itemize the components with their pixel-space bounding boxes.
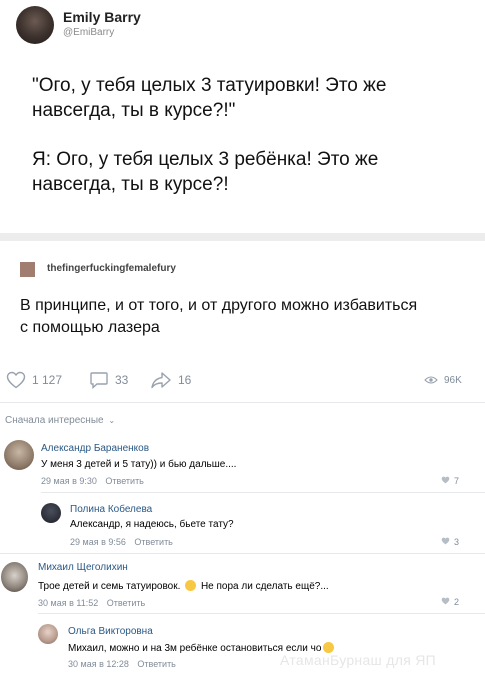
thinking-emoji-icon bbox=[185, 580, 197, 591]
comment-text: Трое детей и семь татуировок. Не пора ли… bbox=[38, 580, 329, 592]
tweet-author-name[interactable]: Emily Barry bbox=[63, 9, 141, 25]
heart-icon bbox=[6, 371, 26, 389]
comment-author-name[interactable]: Михаил Щеголихин bbox=[38, 562, 128, 573]
comment-meta: 29 мая в 9:56 Ответить bbox=[70, 537, 173, 547]
comment-text: Александр, я надеюсь, бьете тату? bbox=[70, 519, 234, 530]
comment-meta: 29 мая в 9:30 Ответить bbox=[41, 476, 144, 486]
comment-avatar[interactable] bbox=[38, 624, 58, 644]
comment-like-button[interactable]: 2 bbox=[441, 597, 459, 607]
eye-icon bbox=[424, 375, 438, 385]
separator-band bbox=[0, 233, 485, 241]
tweet-author-handle[interactable]: @EmiBarry bbox=[63, 27, 114, 38]
comment-like-count: 7 bbox=[454, 476, 460, 486]
comment-reply-button[interactable]: Ответить bbox=[134, 537, 172, 547]
heart-icon bbox=[441, 537, 450, 547]
views-counter: 96K bbox=[424, 370, 462, 390]
comment-text-end: Не пора ли сделать ещё?... bbox=[200, 581, 329, 592]
divider bbox=[0, 402, 485, 403]
chevron-down-icon: ⌄ bbox=[108, 416, 116, 425]
comment-reply-button[interactable]: Ответить bbox=[105, 476, 143, 486]
comment-time[interactable]: 30 мая в 11:52 bbox=[38, 598, 98, 608]
comment-divider bbox=[41, 492, 485, 493]
tweet-text-line-2: навсегда, ты в курсе?!" bbox=[32, 100, 236, 121]
heart-icon bbox=[441, 476, 450, 486]
tweet-author-avatar[interactable] bbox=[16, 6, 54, 44]
comment-avatar[interactable] bbox=[1, 562, 28, 592]
comment-icon bbox=[89, 371, 109, 389]
comment-count: 33 bbox=[115, 373, 129, 387]
sort-dropdown[interactable]: Сначала интересные ⌄ bbox=[5, 415, 115, 426]
tweet-text-line-3: Я: Ого, у тебя целых 3 ребёнка! Это же bbox=[32, 149, 379, 170]
comment-reply-button[interactable]: Ответить bbox=[107, 598, 145, 608]
comment-text: У меня 3 детей и 5 тату)) и бью дальше..… bbox=[41, 459, 237, 470]
tweet-text-line-1: "Ого, у тебя целых 3 татуировки! Это же bbox=[32, 75, 387, 96]
reply-text-line-2: с помощью лазера bbox=[20, 319, 160, 336]
reply-text-line-1: В принципе, и от того, и от другого можн… bbox=[20, 297, 418, 314]
comment-author-name[interactable]: Ольга Викторовна bbox=[68, 626, 153, 637]
comment-author-name[interactable]: Полина Кобелева bbox=[70, 504, 152, 515]
comment-time[interactable]: 29 мая в 9:56 bbox=[70, 537, 126, 547]
share-button[interactable]: 16 bbox=[150, 370, 191, 390]
comment-meta: 30 мая в 12:28 Ответить bbox=[68, 659, 176, 669]
reply-text: В принципе, и от того, и от другого можн… bbox=[20, 295, 475, 339]
share-icon bbox=[150, 371, 172, 389]
heart-icon bbox=[441, 597, 450, 607]
comment-meta: 30 мая в 11:52 Ответить bbox=[38, 598, 145, 608]
comment-author-name[interactable]: Александр Бараненков bbox=[41, 443, 149, 454]
comment-avatar[interactable] bbox=[41, 503, 61, 523]
comment-like-button[interactable]: 7 bbox=[441, 476, 459, 486]
comment-divider bbox=[0, 553, 485, 554]
like-button[interactable]: 1 127 bbox=[6, 370, 62, 390]
comment-button[interactable]: 33 bbox=[89, 370, 128, 390]
comment-time[interactable]: 30 мая в 12:28 bbox=[68, 659, 129, 669]
comment-divider bbox=[38, 613, 485, 614]
reply-author-name[interactable]: thefingerfuckingfemalefury bbox=[47, 263, 176, 274]
comment-avatar[interactable] bbox=[4, 440, 34, 470]
comment-like-count: 2 bbox=[454, 597, 460, 607]
views-count: 96K bbox=[444, 374, 462, 386]
tweet-text-line-4: навсегда, ты в курсе?! bbox=[32, 174, 229, 195]
comment-reply-button[interactable]: Ответить bbox=[137, 659, 175, 669]
comment-text-start: Трое детей и семь татуировок. bbox=[38, 581, 181, 592]
reply-author-avatar[interactable] bbox=[20, 262, 35, 277]
comment-like-button[interactable]: 3 bbox=[441, 537, 459, 547]
comment-time[interactable]: 29 мая в 9:30 bbox=[41, 476, 97, 486]
comment-like-count: 3 bbox=[454, 537, 460, 547]
sort-label: Сначала интересные bbox=[5, 415, 104, 426]
like-count: 1 127 bbox=[32, 373, 63, 387]
watermark: АтаманБурнаш для ЯП bbox=[280, 652, 437, 668]
share-count: 16 bbox=[178, 373, 192, 387]
